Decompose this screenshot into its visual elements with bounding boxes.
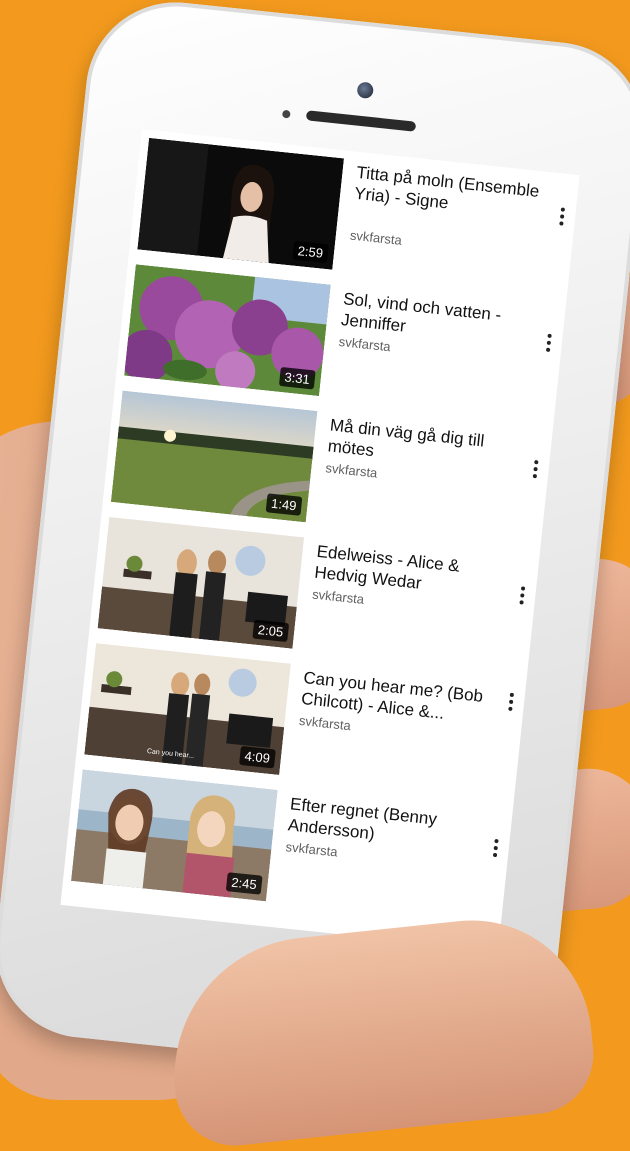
video-duration: 3:31 xyxy=(278,366,316,390)
video-thumbnail[interactable]: 2:05 xyxy=(97,516,305,649)
channel-name[interactable]: svkfarsta xyxy=(349,228,402,248)
video-list-screen: 2:59 Titta på moln (Ensemble Yria) - Sig… xyxy=(60,129,580,951)
channel-name[interactable]: svkfarsta xyxy=(312,587,365,607)
more-options-icon[interactable] xyxy=(554,205,570,228)
more-options-icon[interactable] xyxy=(527,457,543,480)
video-duration: 2:59 xyxy=(291,240,329,264)
channel-name[interactable]: svkfarsta xyxy=(338,334,391,354)
channel-name[interactable]: svkfarsta xyxy=(285,839,338,859)
channel-name[interactable]: svkfarsta xyxy=(298,713,351,733)
video-thumbnail[interactable]: 2:45 xyxy=(71,769,278,902)
more-options-icon[interactable] xyxy=(488,836,504,859)
more-options-icon[interactable] xyxy=(514,584,530,607)
video-thumbnail[interactable]: 3:31 xyxy=(124,264,331,397)
more-options-icon[interactable] xyxy=(503,690,519,713)
video-thumbnail[interactable]: 1:49 xyxy=(110,390,318,523)
video-thumbnail[interactable]: 2:59 xyxy=(137,137,345,270)
video-thumbnail[interactable]: Can you hear... 4:09 xyxy=(84,643,291,776)
channel-name[interactable]: svkfarsta xyxy=(325,460,378,480)
smartphone: 2:59 Titta på moln (Ensemble Yria) - Sig… xyxy=(0,0,630,1087)
more-options-icon[interactable] xyxy=(541,331,557,354)
video-duration: 2:45 xyxy=(225,872,263,895)
video-duration: 4:09 xyxy=(238,745,276,769)
video-duration: 2:05 xyxy=(252,619,290,643)
video-duration: 1:49 xyxy=(265,493,303,516)
video-title[interactable]: Titta på moln (Ensemble Yria) - Signe xyxy=(353,162,546,224)
